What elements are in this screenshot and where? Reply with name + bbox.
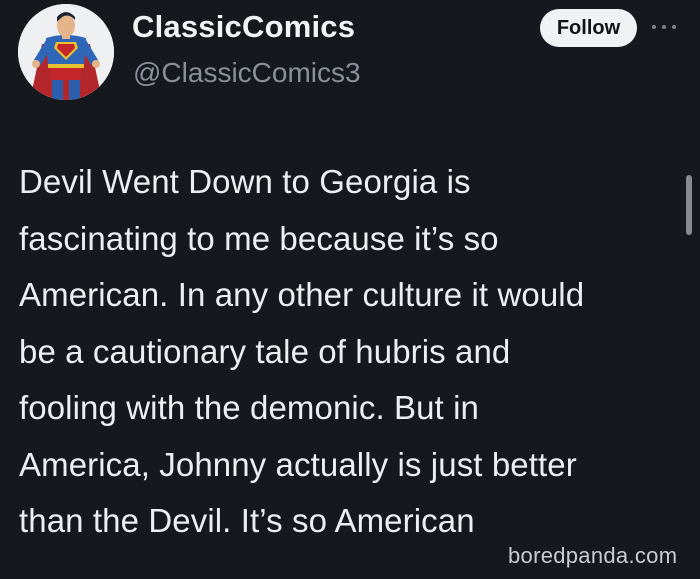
tweet-line: fooling with the demonic. But in <box>19 389 479 426</box>
tweet-line: America, Johnny actually is just better <box>19 445 577 483</box>
tweet-line: Devil Went Down to Georgia is <box>19 163 471 200</box>
watermark: boredpanda.com <box>508 543 678 568</box>
user-handle[interactable]: @ClassicComics3 <box>133 57 361 89</box>
tweet-line: than the Devil. It’s so American <box>19 502 475 539</box>
superman-avatar[interactable] <box>18 4 114 100</box>
more-dots-icon[interactable] <box>650 17 678 37</box>
more-dot <box>662 25 666 29</box>
tweet-body: Devil Went Down to Georgia is fascinatin… <box>19 154 679 550</box>
scrollbar-thumb[interactable] <box>686 175 692 235</box>
tweet-line: be a cautionary tale of hubris and <box>19 332 511 370</box>
more-dot <box>672 25 676 29</box>
more-dot <box>652 25 656 29</box>
tweet-line: fascinating to me because it’s so <box>19 219 499 257</box>
tweet-screenshot: ClassicComics @ClassicComics3 Follow Dev… <box>0 0 700 579</box>
display-name[interactable]: ClassicComics <box>132 9 355 45</box>
follow-button[interactable]: Follow <box>540 9 637 47</box>
tweet-line: American. In any other culture it would <box>19 276 585 313</box>
